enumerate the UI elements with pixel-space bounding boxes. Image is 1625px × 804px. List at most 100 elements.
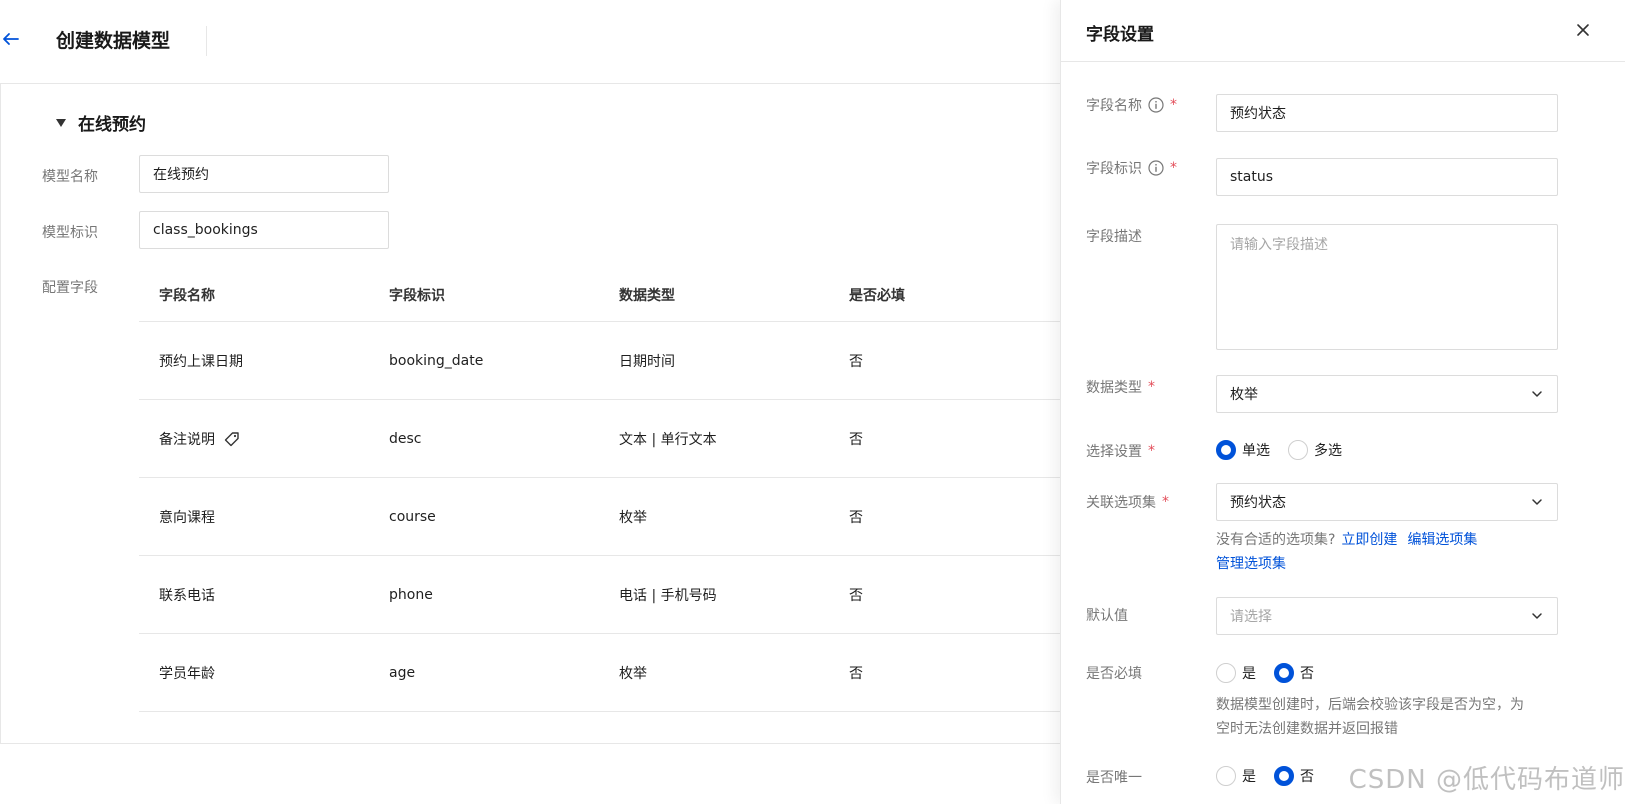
option-set-label: 关联选项集 * <box>1086 492 1169 512</box>
caret-down-icon <box>56 118 66 127</box>
drawer-title: 字段设置 <box>1086 25 1154 45</box>
model-name-label: 模型名称 <box>42 169 98 185</box>
default-value-label: 默认值 <box>1086 608 1128 624</box>
required-marker: * <box>1170 160 1177 176</box>
radio-no-label: 否 <box>1300 769 1314 785</box>
col-header-required: 是否必填 <box>849 287 905 304</box>
radio-unchecked-icon <box>1216 663 1236 683</box>
info-icon[interactable] <box>1148 97 1164 113</box>
table-row[interactable]: 备注说明 desc 文本 | 单行文本 否 <box>139 400 1060 478</box>
required-marker: * <box>1170 97 1177 113</box>
default-value-placeholder: 请选择 <box>1230 609 1272 625</box>
close-icon[interactable] <box>1575 22 1591 38</box>
cell-name: 预约上课日期 <box>139 351 369 371</box>
table-row[interactable]: 联系电话 phone 电话 | 手机号码 否 <box>139 556 1060 634</box>
field-key: course <box>389 508 436 525</box>
field-required: 否 <box>849 509 863 526</box>
field-name: 意向课程 <box>159 509 215 526</box>
cell-name: 意向课程 <box>139 507 369 527</box>
select-setting-label: 选择设置 * <box>1086 441 1155 461</box>
radio-yes-label: 是 <box>1242 666 1256 682</box>
radio-unique-yes[interactable]: 是 <box>1216 766 1256 786</box>
create-option-set-link[interactable]: 立即创建 <box>1341 532 1397 548</box>
drawer-header: 字段设置 <box>1061 0 1625 62</box>
back-arrow-icon[interactable] <box>0 28 22 50</box>
required-label: 是否必填 <box>1086 666 1142 682</box>
field-key-label-text: 字段标识 <box>1086 161 1142 177</box>
table-row[interactable]: 预约上课日期 booking_date 日期时间 否 <box>139 322 1060 400</box>
radio-unchecked-icon <box>1216 766 1236 786</box>
required-marker: * <box>1162 494 1169 510</box>
field-name: 预约上课日期 <box>159 353 243 370</box>
radio-no-label: 否 <box>1300 666 1314 682</box>
table-row[interactable]: 意向课程 course 枚举 否 <box>139 478 1060 556</box>
page-header: 创建数据模型 <box>0 0 1060 84</box>
chevron-down-icon <box>1532 613 1542 619</box>
field-name-label-text: 字段名称 <box>1086 98 1142 114</box>
data-type-select[interactable]: 枚举 <box>1216 375 1558 413</box>
field-key: desc <box>389 430 422 447</box>
data-type-value: 枚举 <box>1230 387 1258 403</box>
radio-checked-icon <box>1274 766 1294 786</box>
required-marker: * <box>1148 443 1155 459</box>
field-required: 否 <box>849 431 863 448</box>
field-required: 否 <box>849 665 863 682</box>
field-type: 枚举 <box>619 509 647 526</box>
field-name: 备注说明 <box>159 431 215 448</box>
option-set-hint: 没有合适的选项集? 立即创建 编辑选项集 管理选项集 <box>1216 528 1477 576</box>
chevron-down-icon <box>1532 499 1542 505</box>
field-name-label: 字段名称 * <box>1086 95 1177 115</box>
fields-table: 字段名称 字段标识 数据类型 是否必填 预约上课日期 booking_date … <box>139 268 1060 712</box>
model-name-input[interactable] <box>139 155 389 193</box>
field-name: 联系电话 <box>159 587 215 604</box>
option-set-select[interactable]: 预约状态 <box>1216 483 1558 521</box>
tag-icon <box>224 431 239 446</box>
model-key-label: 模型标识 <box>42 225 98 241</box>
field-name: 学员年龄 <box>159 665 215 682</box>
field-required: 否 <box>849 353 863 370</box>
edit-option-set-link[interactable]: 编辑选项集 <box>1407 532 1477 548</box>
col-header-type: 数据类型 <box>619 287 675 304</box>
field-type: 电话 | 手机号码 <box>619 587 717 604</box>
radio-unchecked-icon <box>1288 440 1308 460</box>
option-set-label-text: 关联选项集 <box>1086 495 1156 511</box>
table-row[interactable]: 学员年龄 age 枚举 否 <box>139 634 1060 712</box>
select-setting-label-text: 选择设置 <box>1086 444 1142 460</box>
field-key-label: 字段标识 * <box>1086 158 1177 178</box>
radio-single-label: 单选 <box>1242 443 1270 459</box>
header-divider <box>206 26 207 56</box>
radio-multi[interactable]: 多选 <box>1288 440 1342 460</box>
default-value-select[interactable]: 请选择 <box>1216 597 1558 635</box>
field-name-input[interactable] <box>1216 94 1558 132</box>
required-hint-line2: 空时无法创建数据并返回报错 <box>1216 721 1398 737</box>
field-desc-textarea[interactable] <box>1216 224 1558 350</box>
radio-yes-label: 是 <box>1242 769 1256 785</box>
info-icon[interactable] <box>1148 160 1164 176</box>
radio-required-yes[interactable]: 是 <box>1216 663 1256 683</box>
field-settings-drawer: 字段设置 字段名称 * 字段标识 * <box>1060 0 1625 804</box>
radio-single[interactable]: 单选 <box>1216 440 1270 460</box>
field-key: age <box>389 664 416 681</box>
fields-label: 配置字段 <box>42 280 98 296</box>
field-key-input[interactable] <box>1216 158 1558 196</box>
field-desc-label: 字段描述 <box>1086 229 1142 245</box>
radio-checked-icon <box>1274 663 1294 683</box>
watermark: CSDN @低代码布道师 <box>1348 765 1625 795</box>
data-type-label-text: 数据类型 <box>1086 380 1142 396</box>
radio-required-no[interactable]: 否 <box>1274 663 1314 683</box>
radio-unique-no[interactable]: 否 <box>1274 766 1314 786</box>
field-type: 文本 | 单行文本 <box>619 431 717 448</box>
select-mode-radio-group: 单选 多选 <box>1216 440 1342 460</box>
required-hint-line1: 数据模型创建时，后端会校验该字段是否为空，为 <box>1216 697 1524 713</box>
manage-option-set-link[interactable]: 管理选项集 <box>1216 556 1286 572</box>
option-set-value: 预约状态 <box>1230 495 1286 511</box>
page: 创建数据模型 在线预约 模型名称 模型标识 配置字段 字段名称 字段标识 数据类… <box>0 0 1625 804</box>
model-key-input[interactable] <box>139 211 389 249</box>
col-header-key: 字段标识 <box>389 287 445 304</box>
required-radio-group: 是 否 <box>1216 663 1314 683</box>
section-toggle[interactable]: 在线预约 <box>56 110 146 135</box>
radio-checked-icon <box>1216 440 1236 460</box>
model-form-panel: 在线预约 模型名称 模型标识 配置字段 字段名称 字段标识 数据类型 是否必填 … <box>0 84 1060 744</box>
option-set-hint-text: 没有合适的选项集? <box>1216 532 1336 548</box>
cell-name: 学员年龄 <box>139 663 369 683</box>
